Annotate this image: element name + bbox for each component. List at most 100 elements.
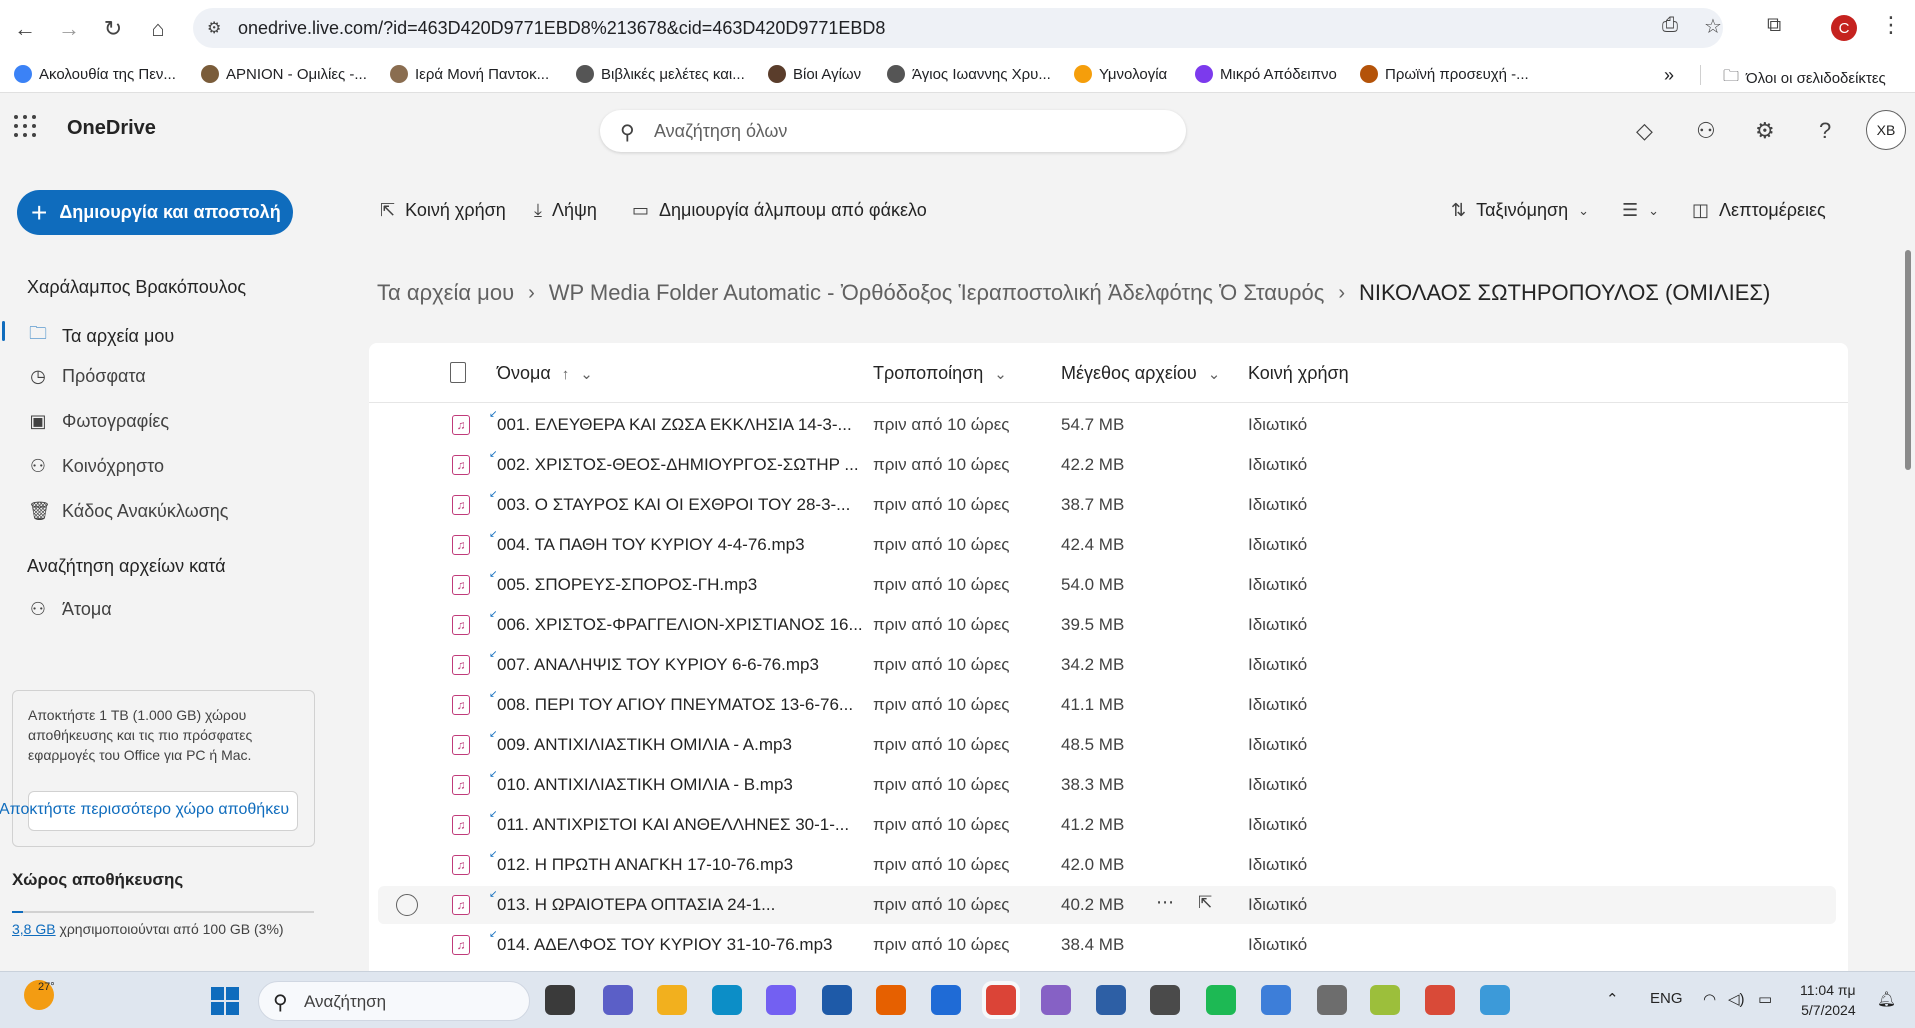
bookmark-item[interactable]: Πρωϊνή προσευχή -... (1360, 65, 1529, 83)
user-avatar[interactable]: ΧΒ (1866, 110, 1906, 150)
address-bar[interactable]: ⚙ onedrive.live.com/?id=463D420D9771EBD8… (193, 8, 1723, 48)
bookmark-item[interactable]: Ακολουθία της Πεν... (14, 65, 176, 83)
file-row[interactable]: ♫ ↙ 011. ΑΝΤΙΧΡΙΣΤΟΙ ΚΑΙ ΑΝΘΕΛΛΗΝΕΣ 30-1-.… (378, 806, 1836, 844)
back-arrow-icon[interactable]: ← (10, 14, 40, 44)
bookmark-item[interactable]: ΑΡΝΙΟΝ - Ομιλίες -... (201, 65, 367, 83)
help-icon[interactable]: ? (1819, 118, 1831, 144)
breadcrumb-root[interactable]: Τα αρχεία μου (377, 280, 514, 306)
file-row[interactable]: ♫ ↙ 009. ΑΝΤΙΧΙΛΙΑΣΤΙΚΗ ΟΜΙΛΙΑ - Α.mp3 πριν… (378, 726, 1836, 764)
bookmark-item[interactable]: Ιερά Μονή Παντοκ... (390, 65, 549, 83)
forward-arrow-icon[interactable]: → (54, 14, 84, 44)
bookmark-item[interactable]: Βίοι Αγίων (768, 65, 861, 83)
address-url[interactable]: onedrive.live.com/?id=463D420D9771EBD8%2… (238, 18, 885, 39)
more-options-icon[interactable]: ⋯ (1156, 892, 1174, 913)
sidebar-item-4[interactable]: ⚇ Κοινόχρηστο (28, 456, 164, 477)
edge-icon[interactable] (712, 985, 742, 1015)
visual-studio-icon[interactable] (1041, 985, 1071, 1015)
file-name[interactable]: 014. ΑΔΕΛΦΟΣ ΤΟΥ ΚΥΡΙΟΥ 31-10-76.mp3 (497, 935, 833, 955)
file-row[interactable]: ♫ ↙ 003. Ο ΣΤΑΥΡΟΣ ΚΑΙ ΟΙ ΕΧΘΡΟΙ ΤΟΥ 28-3-… (378, 486, 1836, 524)
view-options-command[interactable]: ☰ ⌄ (1622, 200, 1659, 221)
thunderbird-icon[interactable] (931, 985, 961, 1015)
storage-used-link[interactable]: 3,8 GB (12, 921, 56, 937)
sidebar-item-1[interactable]: 🗀 Τα αρχεία μου (28, 321, 174, 351)
column-size[interactable]: Μέγεθος αρχείου ⌄ (1061, 363, 1220, 384)
fluent-app-icon[interactable] (1096, 985, 1126, 1015)
file-explorer-icon[interactable] (657, 985, 687, 1015)
wifi-icon[interactable]: ◠ (1703, 990, 1716, 1008)
task-view-icon[interactable] (545, 985, 575, 1015)
browser-menu-icon[interactable]: ⋮ (1880, 12, 1902, 38)
store-icon[interactable] (822, 985, 852, 1015)
file-name[interactable]: 009. ΑΝΤΙΧΙΛΙΑΣΤΙΚΗ ΟΜΙΛΙΑ - Α.mp3 (497, 735, 792, 755)
clock[interactable]: 11:04 πμ 5/7/2024 (1800, 980, 1856, 1020)
paint-app-icon[interactable] (1370, 985, 1400, 1015)
chrome-icon[interactable] (986, 985, 1016, 1015)
firefox-icon[interactable] (876, 985, 906, 1015)
reload-icon[interactable]: ↻ (98, 14, 128, 44)
file-name[interactable]: 007. ΑΝΑΛΗΨΙΣ ΤΟΥ ΚΥΡΙΟΥ 6-6-76.mp3 (497, 655, 819, 675)
bookmark-item[interactable]: Άγιος Ιωαννης Χρυ... (887, 65, 1051, 83)
file-name[interactable]: 008. ΠΕΡΙ ΤΟΥ ΑΓΙΟΥ ΠΝΕΥΜΑΤΟΣ 13-6-76... (497, 695, 853, 715)
onedrive-brand[interactable]: OneDrive (67, 117, 156, 140)
get-more-storage-label[interactable]: Αποκτήστε περισσότερο χώρο αποθήκευ (0, 801, 289, 819)
notepad-icon[interactable] (1261, 985, 1291, 1015)
file-row[interactable]: ♫ ↙ 007. ΑΝΑΛΗΨΙΣ ΤΟΥ ΚΥΡΙΟΥ 6-6-76.mp3 πρι… (378, 646, 1836, 684)
file-name[interactable]: 006. ΧΡΙΣΤΟΣ-ΦΡΑΓΓΕΛΙΟΝ-ΧΡΙΣΤΙΑΝΟΣ 16... (497, 615, 863, 635)
snip-app-icon[interactable] (1480, 985, 1510, 1015)
search-box[interactable]: ⚲ Αναζήτηση όλων (600, 110, 1186, 152)
all-bookmarks-folder[interactable]: 🗀 Όλοι οι σελιδοδείκτες (1723, 65, 1886, 92)
app-launcher-icon[interactable] (14, 115, 36, 137)
column-modified[interactable]: Τροποποίηση ⌄ (873, 363, 1007, 384)
file-row[interactable]: ♫ ↙ 010. ΑΝΤΙΧΙΛΙΑΣΤΙΚΗ ΟΜΙΛΙΑ - Β.mp3 πριν… (378, 766, 1836, 804)
bookmark-item[interactable]: Υμνολογία (1074, 65, 1167, 83)
teams-icon[interactable] (603, 985, 633, 1015)
details-command[interactable]: ◫ Λεπτομέρειες (1692, 200, 1826, 221)
file-name[interactable]: 012. Η ΠΡΩΤΗ ΑΝΑΓΚΗ 17-10-76.mp3 (497, 855, 793, 875)
file-name[interactable]: 013. Η ΩΡΑΙΟΤΕΡΑ ΟΠΤΑΣΙΑ 24-1... (497, 895, 775, 915)
premium-diamond-icon[interactable]: ◇ (1636, 118, 1653, 144)
file-row[interactable]: ♫ ↙ 006. ΧΡΙΣΤΟΣ-ΦΡΑΓΓΕΛΙΟΝ-ΧΡΙΣΤΙΑΝΟΣ 16.… (378, 606, 1836, 644)
file-name[interactable]: 003. Ο ΣΤΑΥΡΟΣ ΚΑΙ ΟΙ ΕΧΘΡΟΙ ΤΟΥ 28-3-..… (497, 495, 850, 515)
file-row[interactable]: ♫ ↙ 002. ΧΡΙΣΤΟΣ-ΘΕΟΣ-ΔΗΜΙΟΥΡΓΟΣ-ΣΩΤΗΡ ...… (378, 446, 1836, 484)
file-name[interactable]: 001. ΕΛΕΥΘΕΡΑ ΚΑΙ ΖΩΣΑ ΕΚΚΛΗΣΙΑ 14-3-... (497, 415, 852, 435)
file-name[interactable]: 010. ΑΝΤΙΧΙΛΙΑΣΤΙΚΗ ΟΜΙΛΙΑ - Β.mp3 (497, 775, 793, 795)
column-name[interactable]: Όνομα ↑ ⌄ (497, 363, 593, 384)
more-bookmarks-chevron[interactable]: » (1664, 65, 1674, 86)
viber-icon[interactable] (766, 985, 796, 1015)
battery-icon[interactable]: ▭ (1758, 990, 1772, 1008)
notification-bell-icon[interactable]: 🔔︎ (1877, 990, 1896, 1008)
search-placeholder[interactable]: Αναζήτηση όλων (654, 121, 787, 142)
file-row[interactable]: ♫ ↙ 008. ΠΕΡΙ ΤΟΥ ΑΓΙΟΥ ΠΝΕΥΜΑΤΟΣ 13-6-76.… (378, 686, 1836, 724)
file-row[interactable]: ♫ ↙ 012. Η ΠΡΩΤΗ ΑΝΑΓΚΗ 17-10-76.mp3 πριν α… (378, 846, 1836, 884)
chevron-up-icon[interactable]: ⌃ (1606, 990, 1619, 1008)
calculator-icon[interactable] (1150, 985, 1180, 1015)
share-command[interactable]: ⇱ Κοινή χρήση (380, 200, 506, 221)
file-name[interactable]: 002. ΧΡΙΣΤΟΣ-ΘΕΟΣ-ΔΗΜΙΟΥΡΓΟΣ-ΣΩΤΗΡ ... (497, 455, 859, 475)
sidebar-item-5[interactable]: 🗑︎ Κάδος Ανακύκλωσης (28, 501, 228, 522)
file-name[interactable]: 005. ΣΠΟΡΕΥΣ-ΣΠΟΡΟΣ-ΓΗ.mp3 (497, 575, 757, 595)
file-row[interactable]: ♫ ↙ 014. ΑΔΕΛΦΟΣ ΤΟΥ ΚΥΡΙΟΥ 31-10-76.mp3 πρ… (378, 926, 1836, 964)
share-people-icon[interactable]: ⚇ (1696, 118, 1716, 144)
browser-profile-avatar[interactable]: C (1831, 15, 1857, 41)
tool-app-icon[interactable] (1425, 985, 1455, 1015)
file-name[interactable]: 011. ΑΝΤΙΧΡΙΣΤΟΙ ΚΑΙ ΑΝΘΕΛΛΗΝΕΣ 30-1-... (497, 815, 849, 835)
install-app-icon[interactable]: ⎙ (1662, 14, 1678, 37)
file-type-icon[interactable] (450, 362, 466, 383)
home-icon[interactable]: ⌂ (143, 14, 173, 44)
bookmark-item[interactable]: Βιβλικές μελέτες και... (576, 65, 745, 83)
bookmark-star-icon[interactable]: ☆ (1704, 14, 1722, 39)
page-scrollbar[interactable] (1905, 250, 1911, 470)
file-name[interactable]: 004. ΤΑ ΠΑΘΗ ΤΟΥ ΚΥΡΙΟΥ 4-4-76.mp3 (497, 535, 805, 555)
taskbar-search[interactable]: ⚲ Αναζήτηση (258, 981, 530, 1021)
language-indicator[interactable]: ENG (1650, 990, 1683, 1007)
share-icon[interactable]: ⇱ (1198, 893, 1212, 913)
settings-gear-icon[interactable]: ⚙ (1755, 118, 1775, 144)
extensions-icon[interactable]: ⧉ (1767, 14, 1781, 37)
bookmark-item[interactable]: Μικρό Απόδειπνο (1195, 65, 1337, 83)
windows-start-icon[interactable] (211, 987, 239, 1015)
volume-icon[interactable]: ◁) (1728, 990, 1745, 1008)
create-and-upload-button[interactable]: + Δημιουργία και αποστολή (17, 190, 293, 235)
spotify-icon[interactable] (1206, 985, 1236, 1015)
breadcrumb-middle[interactable]: WP Media Folder Automatic - Ὀρθόδοξος Ἱε… (549, 280, 1325, 306)
sidebar-item-people[interactable]: ⚇ Άτομα (28, 599, 112, 620)
